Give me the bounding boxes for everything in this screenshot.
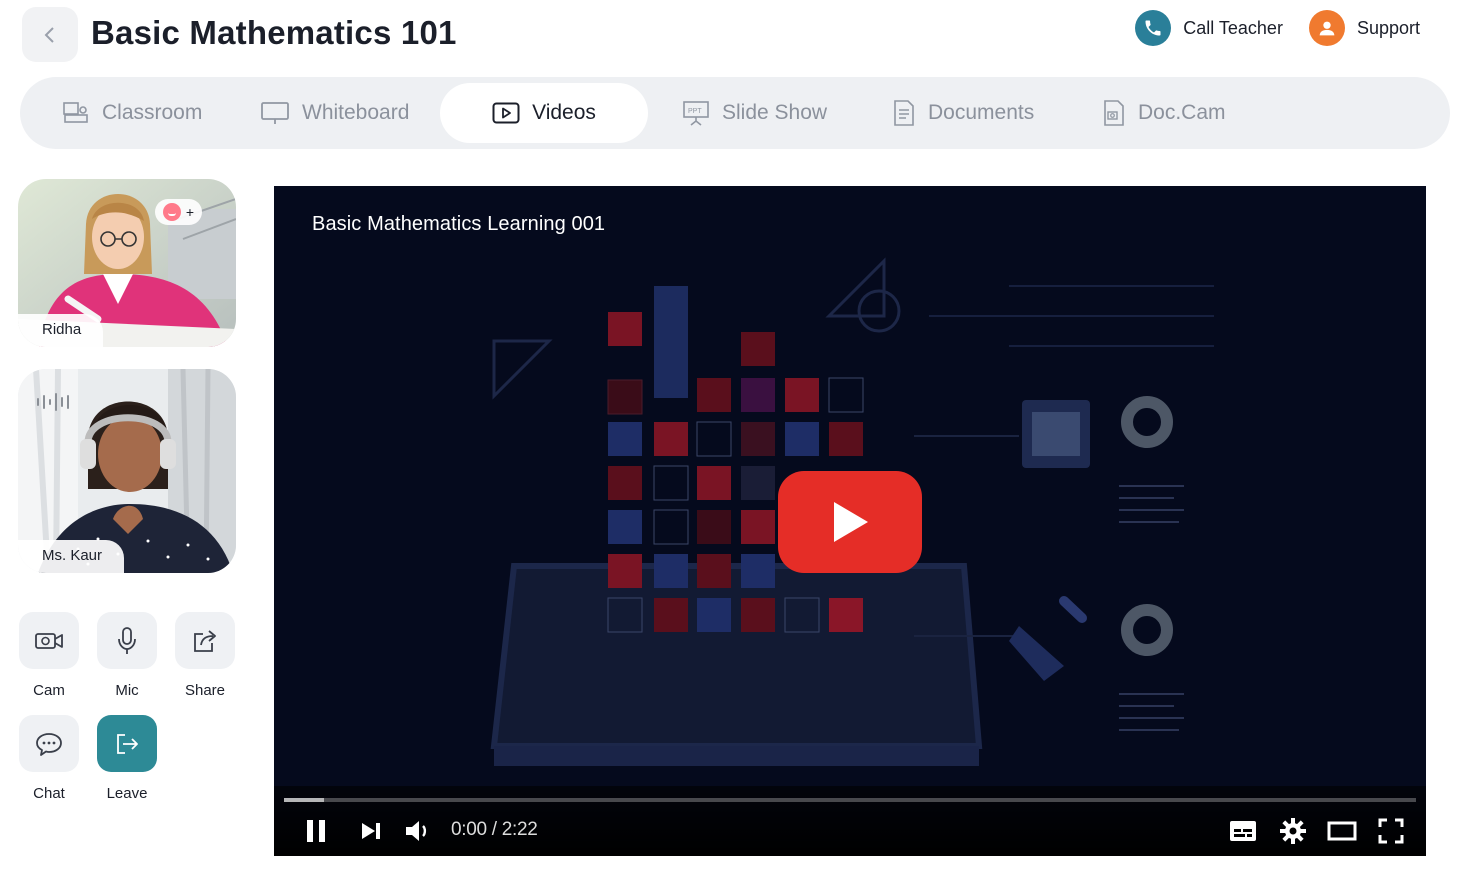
video-player[interactable]: Basic Mathematics Learning 001 0:00 / 2:… [274,186,1426,856]
chat-button[interactable] [19,715,79,772]
pause-icon [307,820,325,842]
cam-control: Cam [19,612,79,699]
theater-mode-button[interactable] [1326,816,1358,851]
share-control: Share [175,612,235,699]
tab-label: Documents [928,101,1035,124]
volume-icon [406,821,427,841]
reaction-badge[interactable]: + [154,199,202,225]
share-button[interactable] [175,612,235,669]
svg-text:PPT: PPT [688,108,702,115]
participant-tile-ridha[interactable]: + Ridha [18,179,236,347]
volume-button[interactable] [402,816,432,851]
tab-documents[interactable]: Documents [892,83,1034,143]
subtitles-icon [1230,821,1256,841]
mic-label: Mic [115,682,139,699]
tab-slide-show[interactable]: PPT Slide Show [682,83,827,143]
whiteboard-icon [261,102,289,124]
audio-wave-icon [37,393,69,411]
cam-button[interactable] [19,612,79,669]
progress-bar[interactable] [284,798,1416,802]
document-icon [894,100,914,126]
top-actions: Call Teacher Support [1135,10,1420,46]
chevron-left-icon [44,26,54,43]
camera-icon [35,632,63,649]
chat-control: Chat [19,715,79,802]
microphone-icon [118,626,136,654]
chat-label: Chat [33,785,65,802]
video-title: Basic Mathematics Learning 001 [312,213,606,235]
tab-classroom[interactable]: Classroom [62,83,202,143]
share-icon [194,629,216,652]
participant-name: Ridha [18,314,104,347]
tab-label: Whiteboard [302,101,410,124]
leave-label: Leave [106,785,148,802]
app-root: Basic Mathematics 101 Call Teacher Suppo… [0,0,1484,888]
time-display: 0:00 / 2:22 [451,819,538,840]
cam-label: Cam [33,682,65,699]
participant-name: Ms. Kaur [18,540,125,573]
call-teacher-button[interactable]: Call Teacher [1135,10,1283,46]
classroom-icon [63,102,88,123]
support-button[interactable]: Support [1308,10,1420,46]
tab-whiteboard[interactable]: Whiteboard [260,83,409,143]
mic-control: Mic [97,612,157,699]
phone-icon [1135,10,1172,46]
fullscreen-button[interactable] [1376,816,1406,851]
pause-button[interactable] [304,816,330,851]
emoji-icon [162,203,181,221]
tab-label: Slide Show [722,101,828,124]
support-label: Support [1356,17,1420,38]
next-button[interactable] [358,816,384,851]
back-button[interactable] [22,7,78,62]
fullscreen-icon [1378,818,1404,844]
doccam-icon [1104,100,1124,126]
video-icon [492,102,520,124]
tab-doc-cam[interactable]: Doc.Cam [1102,83,1226,143]
gear-icon [1280,818,1306,844]
call-teacher-label: Call Teacher [1183,17,1283,38]
leave-control: Leave [97,715,157,802]
tab-videos[interactable]: Videos [440,83,648,143]
play-button[interactable] [778,471,922,573]
participant-tile-ms-kaur[interactable]: Ms. Kaur [18,369,236,573]
page-title: Basic Mathematics 101 [91,14,457,51]
tab-label: Videos [532,101,596,124]
leave-button[interactable] [97,715,157,772]
subtitles-button[interactable] [1228,816,1258,851]
reaction-add-label: + [185,204,194,220]
support-user-icon [1308,10,1345,46]
slideshow-icon: PPT [683,101,709,126]
mic-button[interactable] [97,612,157,669]
exit-icon [117,733,138,754]
progress-fill [284,798,324,802]
tab-bar: Classroom Whiteboard Videos PPT Slide Sh… [20,77,1450,149]
theater-mode-icon [1327,821,1357,841]
settings-button[interactable] [1278,816,1308,851]
play-icon [834,502,868,542]
tab-label: Doc.Cam [1138,101,1226,124]
share-label: Share [184,682,226,699]
skip-next-icon [362,823,380,839]
chat-icon [36,732,62,756]
tab-label: Classroom [102,101,203,124]
